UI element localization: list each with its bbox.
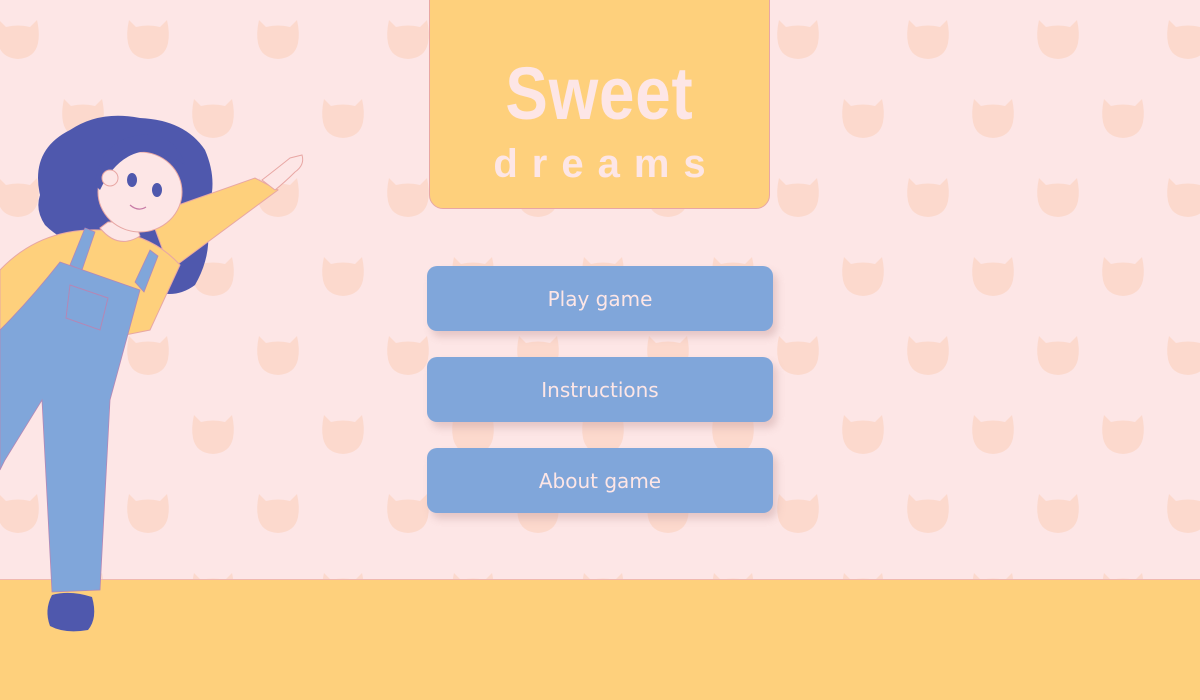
game-menu-screen: Sweet dreams Play game Instructions Abou… — [0, 0, 1200, 700]
cat-head-icon — [1037, 336, 1079, 375]
cat-head-icon — [1102, 415, 1144, 454]
cat-head-icon — [842, 99, 884, 138]
cat-head-icon — [907, 494, 949, 533]
cat-head-icon — [387, 20, 429, 59]
cat-head-icon — [907, 20, 949, 59]
title-board: Sweet dreams — [429, 0, 770, 209]
cat-head-icon — [842, 415, 884, 454]
cat-head-icon — [1167, 494, 1200, 533]
cat-head-icon — [1167, 20, 1200, 59]
hand — [261, 154, 304, 191]
shoe — [47, 592, 95, 632]
cat-head-icon — [777, 178, 819, 217]
cat-head-icon — [1167, 178, 1200, 217]
cat-head-icon — [1037, 494, 1079, 533]
cat-head-icon — [972, 415, 1014, 454]
cat-head-icon — [842, 257, 884, 296]
game-title: Sweet — [505, 52, 694, 135]
cat-head-icon — [322, 257, 364, 296]
cat-head-icon — [1167, 336, 1200, 375]
cat-head-icon — [1037, 20, 1079, 59]
cat-head-icon — [777, 336, 819, 375]
cat-head-icon — [907, 178, 949, 217]
cat-head-icon — [777, 494, 819, 533]
cat-head-icon — [1102, 99, 1144, 138]
game-subtitle: dreams — [493, 142, 720, 186]
cat-head-icon — [1102, 257, 1144, 296]
cat-head-icon — [322, 99, 364, 138]
cat-head-icon — [777, 20, 819, 59]
overalls — [0, 261, 141, 593]
cat-head-icon — [972, 99, 1014, 138]
play-game-button[interactable]: Play game — [427, 266, 773, 331]
cat-head-icon — [387, 178, 429, 217]
cat-head-icon — [907, 336, 949, 375]
cat-head-icon — [322, 415, 364, 454]
cat-head-icon — [387, 494, 429, 533]
cat-head-icon — [972, 257, 1014, 296]
girl-character — [0, 115, 304, 632]
cat-head-icon — [387, 336, 429, 375]
instructions-button[interactable]: Instructions — [427, 357, 773, 422]
cat-head-icon — [1037, 178, 1079, 217]
about-game-button[interactable]: About game — [427, 448, 773, 513]
